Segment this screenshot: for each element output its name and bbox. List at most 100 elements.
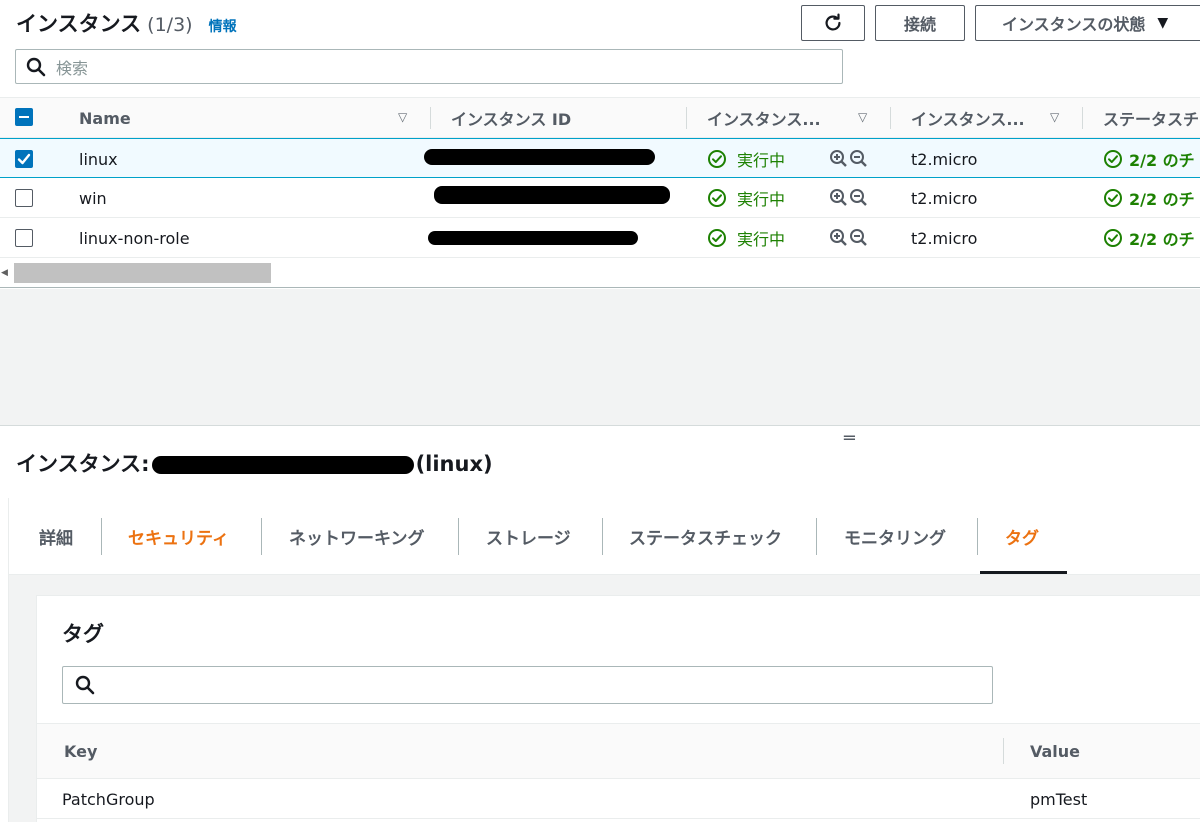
- row-checkbox[interactable]: [15, 150, 33, 168]
- tab-divider: [458, 518, 459, 555]
- check-circle-icon: [1104, 150, 1122, 168]
- checkmark-icon: [17, 153, 31, 165]
- page-title: インスタンス: [16, 12, 142, 36]
- table-row: PatchGroup pmTest: [37, 779, 1200, 819]
- detail-tabs-panel: 詳細 セキュリティ ネットワーキング ストレージ ステータスチェック モニタリン…: [8, 498, 1200, 822]
- instance-type: t2.micro: [911, 188, 978, 208]
- connect-button[interactable]: 接続: [875, 5, 965, 41]
- column-header-key[interactable]: Key: [64, 724, 97, 778]
- redacted-instance-id: [151, 456, 414, 474]
- tab-divider: [977, 518, 978, 555]
- status-check-label: 2/2 のチ: [1129, 151, 1195, 170]
- sort-down-icon[interactable]: ▽: [858, 110, 867, 124]
- tab-monitoring[interactable]: モニタリング: [844, 498, 946, 574]
- tab-status-checks[interactable]: ステータスチェック: [629, 498, 782, 574]
- column-divider[interactable]: [686, 107, 687, 129]
- instance-detail-title: インスタンス: (linux): [16, 448, 493, 478]
- select-all-checkbox[interactable]: [15, 108, 33, 126]
- check-circle-icon: [1104, 229, 1122, 247]
- instance-state: 実行中: [707, 139, 785, 179]
- search-icon: [26, 57, 46, 76]
- refresh-button[interactable]: [801, 5, 865, 41]
- tag-key: PatchGroup: [62, 789, 155, 809]
- tab-networking[interactable]: ネットワーキング: [289, 498, 425, 574]
- detail-tabs: 詳細 セキュリティ ネットワーキング ストレージ ステータスチェック モニタリン…: [9, 498, 1200, 575]
- tags-container: タグ Key Value PatchGroup pmTest: [36, 595, 1200, 822]
- column-header-instance-type[interactable]: インスタンス...: [911, 98, 1025, 138]
- tag-search-input[interactable]: [62, 666, 993, 704]
- scrollbar-thumb[interactable]: [14, 263, 271, 283]
- check-circle-icon: [708, 150, 726, 168]
- instances-panel: インスタンス (1/3) 情報 接続 インスタンスの状態 ▼ 検索 Name ▽…: [0, 0, 1200, 288]
- table-row[interactable]: linux 実行中 t2.micro 2/2 のチ: [0, 138, 1200, 178]
- status-check: 2/2 のチ: [1103, 178, 1195, 218]
- instance-type: t2.micro: [911, 228, 978, 248]
- status-check: 2/2 のチ: [1103, 139, 1195, 179]
- check-circle-icon: [1104, 189, 1122, 207]
- tab-storage[interactable]: ストレージ: [486, 498, 571, 574]
- sort-down-icon[interactable]: ▽: [398, 110, 407, 124]
- zoom-in-icon[interactable]: [829, 149, 849, 169]
- instance-name: linux-non-role: [79, 228, 190, 248]
- zoom-icons: [829, 178, 869, 218]
- instance-state-label: 実行中: [737, 151, 786, 170]
- instance-type: t2.micro: [911, 149, 978, 169]
- tab-details[interactable]: 詳細: [39, 498, 73, 574]
- column-divider[interactable]: [430, 107, 431, 129]
- instance-state-label: 実行中: [737, 190, 786, 209]
- scroll-left-icon[interactable]: ◀: [1, 268, 8, 278]
- redacted-instance-id: [424, 149, 655, 165]
- status-check: 2/2 のチ: [1103, 218, 1195, 258]
- tags-table-header: Key Value: [37, 723, 1200, 779]
- instance-search-input[interactable]: 検索: [15, 49, 843, 84]
- instance-state: 実行中: [707, 178, 785, 218]
- zoom-icons: [829, 218, 869, 258]
- tab-security[interactable]: セキュリティ: [128, 498, 229, 574]
- active-tab-indicator: [980, 571, 1067, 574]
- instance-name: linux: [79, 149, 118, 169]
- zoom-out-icon[interactable]: [849, 188, 869, 208]
- horizontal-scrollbar[interactable]: ◀: [0, 261, 1200, 285]
- resize-handle-icon[interactable]: ═: [844, 428, 855, 449]
- table-row[interactable]: win 実行中 t2.micro 2/2 のチ: [0, 178, 1200, 218]
- status-check-label: 2/2 のチ: [1129, 230, 1195, 249]
- column-header-instance-state[interactable]: インスタンス...: [707, 98, 821, 138]
- row-checkbox[interactable]: [15, 229, 33, 247]
- detail-title-suffix: (linux): [415, 452, 493, 476]
- column-divider[interactable]: [1082, 107, 1083, 129]
- sort-down-icon[interactable]: ▽: [1050, 110, 1059, 124]
- zoom-out-icon[interactable]: [849, 149, 869, 169]
- instance-state-dropdown[interactable]: インスタンスの状態 ▼: [975, 5, 1200, 41]
- refresh-icon: [825, 13, 841, 31]
- zoom-in-icon[interactable]: [829, 228, 849, 248]
- tab-divider: [261, 518, 262, 555]
- panel-gap: [0, 289, 1200, 426]
- zoom-icons: [829, 139, 869, 179]
- column-divider[interactable]: [1003, 738, 1004, 764]
- status-check-label: 2/2 のチ: [1129, 190, 1195, 209]
- row-checkbox[interactable]: [15, 189, 33, 207]
- detail-title-prefix: インスタンス:: [16, 452, 150, 476]
- info-link[interactable]: 情報: [209, 16, 237, 36]
- tab-tags[interactable]: タグ: [1005, 498, 1039, 574]
- table-row[interactable]: linux-non-role 実行中 t2.micro 2/2 のチ: [0, 218, 1200, 258]
- check-circle-icon: [708, 189, 726, 207]
- tab-divider: [101, 518, 102, 555]
- zoom-in-icon[interactable]: [829, 188, 849, 208]
- tab-divider: [602, 518, 603, 555]
- column-header-instance-id[interactable]: インスタンス ID: [451, 98, 571, 138]
- instances-header: インスタンス (1/3) 情報: [16, 8, 237, 38]
- column-header-value[interactable]: Value: [1030, 724, 1080, 778]
- selection-count: (1/3): [147, 14, 193, 36]
- tag-value: pmTest: [1030, 789, 1088, 809]
- tab-divider: [816, 518, 817, 555]
- zoom-out-icon[interactable]: [849, 228, 869, 248]
- column-divider[interactable]: [890, 107, 891, 129]
- tab-content: タグ Key Value PatchGroup pmTest: [9, 575, 1200, 822]
- check-circle-icon: [708, 229, 726, 247]
- tags-title: タグ: [62, 622, 104, 646]
- column-header-status-check[interactable]: ステータスチ: [1103, 98, 1199, 138]
- search-icon: [75, 675, 95, 695]
- table-header: Name ▽ インスタンス ID インスタンス... ▽ インスタンス... ▽…: [0, 97, 1200, 138]
- column-header-name[interactable]: Name: [79, 98, 131, 138]
